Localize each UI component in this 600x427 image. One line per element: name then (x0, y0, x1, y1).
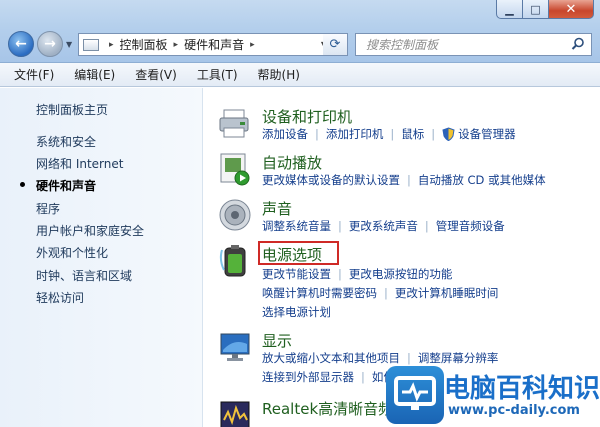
menu-view[interactable]: 查看(V) (135, 66, 177, 83)
navigation-buttons: ← → ▼ (8, 31, 72, 57)
category-title[interactable]: 显示 (262, 330, 292, 351)
link-divider: | (315, 127, 319, 141)
link-divider: | (338, 267, 342, 281)
link-change-power-saving[interactable]: 更改节能设置 (262, 266, 331, 282)
back-button[interactable]: ← (8, 31, 34, 57)
power-options-highlight-box (258, 241, 339, 265)
printer-icon (219, 109, 249, 138)
category-links: 调整系统音量 | 更改系统声音 | 管理音频设备 (262, 218, 505, 234)
history-dropdown-icon[interactable]: ▼ (66, 40, 72, 49)
link-add-printer[interactable]: 添加打印机 (326, 126, 384, 142)
breadcrumb-separator[interactable]: ▸ (250, 40, 255, 50)
watermark-url: www.pc-daily.com (448, 403, 580, 418)
sidebar-item-user-accounts[interactable]: 用户帐户和家庭安全 (36, 222, 144, 239)
sidebar-item-appearance[interactable]: 外观和个性化 (36, 244, 108, 261)
link-divider: | (338, 219, 342, 233)
category-title[interactable]: Realtek高清晰音频 (262, 398, 393, 419)
link-divider: | (407, 173, 411, 187)
link-device-manager[interactable]: 设备管理器 (458, 126, 516, 142)
link-divider: | (431, 127, 436, 141)
link-adjust-volume[interactable]: 调整系统音量 (262, 218, 331, 234)
link-divider: | (424, 219, 429, 233)
menu-edit[interactable]: 编辑(E) (74, 66, 115, 83)
window-controls: ▁ □ ✕ (496, 0, 594, 19)
speaker-icon (219, 199, 251, 231)
active-item-bullet (20, 182, 25, 187)
category-title[interactable]: 自动播放 (262, 152, 322, 173)
link-add-device[interactable]: 添加设备 (262, 126, 308, 142)
window-chrome: ▁ □ ✕ ← → ▼ ▸ 控制面板 ▸ 硬件和声音 ▸ ▼ ⟳ 搜索控制面板 (0, 0, 600, 63)
menu-file[interactable]: 文件(F) (14, 66, 54, 83)
menu-bar: 文件(F) 编辑(E) 查看(V) 工具(T) 帮助(H) (0, 63, 600, 87)
category-links: 选择电源计划 (262, 304, 331, 320)
search-placeholder: 搜索控制面板 (366, 38, 439, 52)
sidebar-item-home[interactable]: 控制面板主页 (36, 101, 108, 118)
sidebar-item-programs[interactable]: 程序 (36, 200, 60, 217)
maximize-button[interactable]: □ (523, 0, 549, 19)
close-button[interactable]: ✕ (549, 0, 594, 19)
category-links: 更改节能设置 | 更改电源按钮的功能 (262, 266, 452, 282)
breadcrumb-control-panel[interactable]: 控制面板 (120, 36, 168, 53)
search-input[interactable]: 搜索控制面板 (355, 33, 592, 56)
sidebar-item-clock-language[interactable]: 时钟、语言和区域 (36, 267, 132, 284)
link-zoom-text[interactable]: 放大或缩小文本和其他项目 (262, 350, 400, 366)
breadcrumb-hardware-sound[interactable]: 硬件和声音 (184, 36, 244, 53)
link-sleep-time[interactable]: 更改计算机睡眠时间 (395, 285, 499, 301)
category-links: 放大或缩小文本和其他项目 | 调整屏幕分辨率 (262, 350, 498, 366)
link-divider: | (384, 286, 388, 300)
left-nav-pane: 控制面板主页 系统和安全 网络和 Internet 硬件和声音 程序 用户帐户和… (0, 88, 203, 427)
forward-button[interactable]: → (37, 31, 63, 57)
monitor-logo-icon (394, 376, 436, 410)
battery-icon (219, 245, 246, 277)
menu-tools[interactable]: 工具(T) (197, 66, 238, 83)
link-change-media-defaults[interactable]: 更改媒体或设备的默认设置 (262, 172, 400, 188)
minimize-button[interactable]: ▁ (496, 0, 523, 19)
link-require-password[interactable]: 唤醒计算机时需要密码 (262, 285, 377, 301)
breadcrumb-separator[interactable]: ▸ (174, 40, 179, 50)
link-manage-audio[interactable]: 管理音频设备 (436, 218, 505, 234)
category-links: 唤醒计算机时需要密码 | 更改计算机睡眠时间 (262, 285, 498, 301)
sidebar-item-hardware-sound: 硬件和声音 (36, 179, 97, 193)
link-choose-power-plan[interactable]: 选择电源计划 (262, 304, 331, 320)
refresh-icon: ⟳ (329, 37, 341, 52)
link-mouse[interactable]: 鼠标 (401, 126, 424, 142)
link-autoplay-cd[interactable]: 自动播放 CD 或其他媒体 (418, 172, 546, 188)
category-title[interactable]: 设备和打印机 (262, 106, 352, 127)
control-panel-icon (83, 38, 99, 51)
link-divider: | (407, 351, 411, 365)
watermark-logo (386, 366, 444, 424)
monitor-icon (220, 333, 250, 361)
sidebar-item-network[interactable]: 网络和 Internet (36, 155, 123, 172)
category-links: 添加设备 | 添加打印机 | 鼠标 | 设备管理器 (262, 126, 516, 142)
link-external-display[interactable]: 连接到外部显示器 (262, 369, 354, 385)
watermark-title: 电脑百科知识 (444, 374, 600, 404)
sidebar-item-ease-of-access[interactable]: 轻松访问 (36, 289, 84, 306)
category-title[interactable]: 声音 (262, 198, 292, 219)
link-divider: | (390, 127, 395, 141)
link-power-button-function[interactable]: 更改电源按钮的功能 (349, 266, 453, 282)
shield-icon (442, 127, 455, 141)
link-divider: | (361, 370, 365, 384)
autoplay-icon (220, 153, 250, 186)
category-links: 连接到外部显示器 | 如何 (262, 369, 395, 385)
breadcrumb-separator[interactable]: ▸ (109, 40, 114, 50)
address-bar[interactable]: ▸ 控制面板 ▸ 硬件和声音 ▸ ▼ (78, 33, 348, 56)
realtek-icon (220, 401, 250, 427)
sidebar-item-system-security[interactable]: 系统和安全 (36, 133, 96, 150)
category-links: 更改媒体或设备的默认设置 | 自动播放 CD 或其他媒体 (262, 172, 546, 188)
watermark: 电脑百科知识 www.pc-daily.com (386, 366, 600, 427)
link-change-sounds[interactable]: 更改系统声音 (349, 218, 418, 234)
menu-help[interactable]: 帮助(H) (258, 66, 300, 83)
search-icon[interactable] (571, 37, 585, 51)
refresh-button[interactable]: ⟳ (323, 33, 348, 56)
link-screen-resolution[interactable]: 调整屏幕分辨率 (418, 350, 499, 366)
